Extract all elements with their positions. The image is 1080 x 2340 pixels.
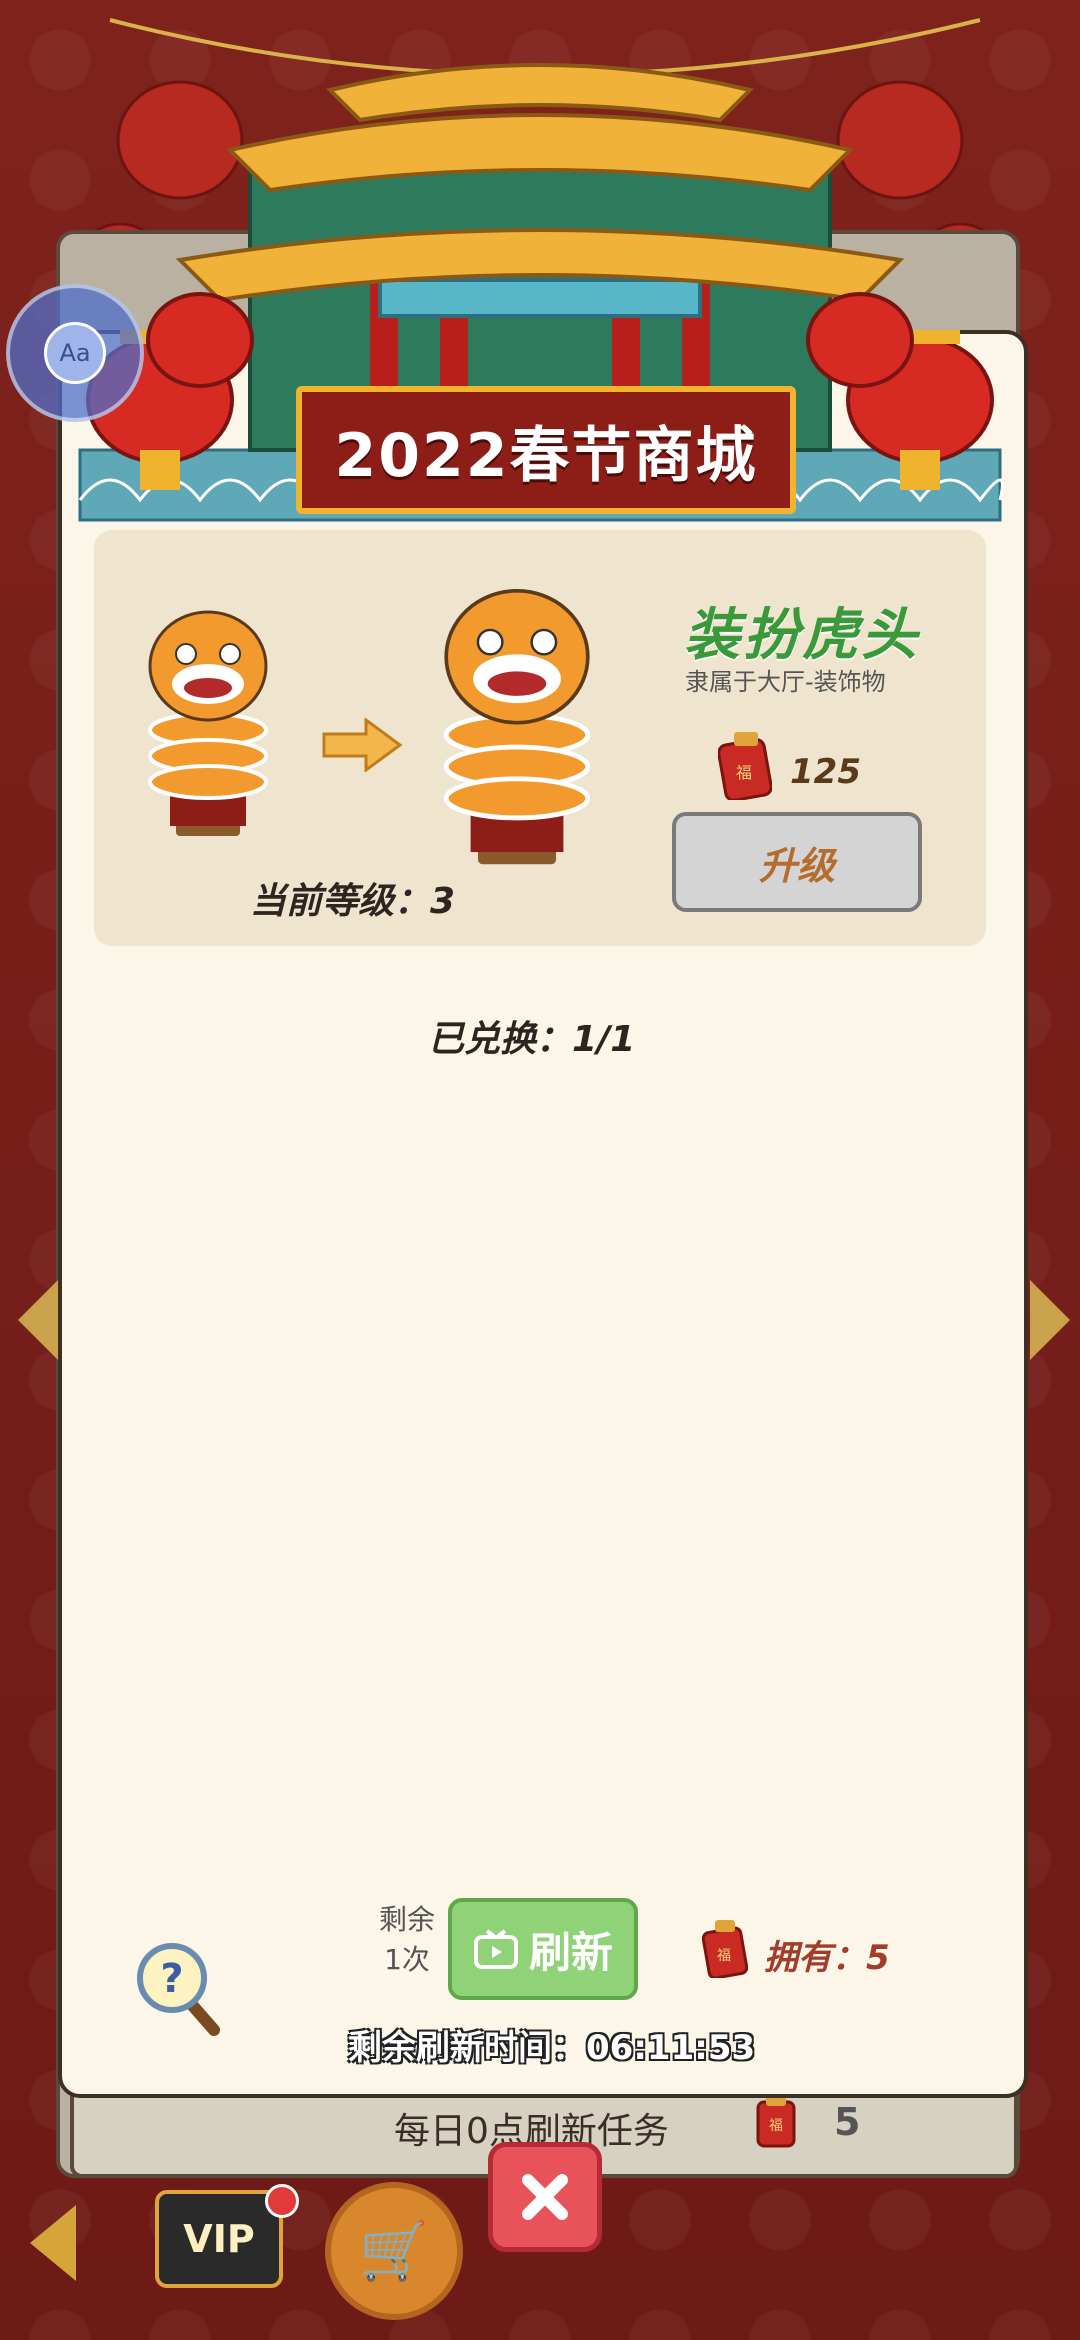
remaining-refresh-text: 剩余 1次 bbox=[378, 1903, 435, 1976]
tiger-head-current bbox=[148, 610, 268, 836]
red-envelope-icon: 福 bbox=[756, 2094, 796, 2148]
aa-label: Aa bbox=[44, 322, 106, 384]
page-title: 2022春节商城 bbox=[296, 386, 796, 514]
svg-text:福: 福 bbox=[736, 763, 752, 782]
exchanged-count: 已兑换：1/1 bbox=[428, 1019, 636, 1060]
svg-text:福: 福 bbox=[717, 1948, 731, 1964]
owned-envelopes: 拥有：5 bbox=[764, 1938, 890, 1978]
red-envelope-icon: 福 bbox=[718, 732, 772, 800]
refresh-button-label: 刷新 bbox=[528, 1927, 613, 1977]
daily-task-count: 5 bbox=[834, 2100, 861, 2144]
vip-button[interactable]: VIP bbox=[155, 2190, 283, 2288]
next-page-arrow[interactable] bbox=[1030, 1280, 1070, 1360]
svg-text:?: ? bbox=[160, 1956, 183, 2002]
item-name: 装扮虎头 bbox=[684, 603, 920, 668]
upgrade-cost: 125 bbox=[790, 752, 861, 792]
refresh-countdown: 剩余刷新时间：06:11:53 bbox=[348, 2028, 756, 2068]
vip-notification-dot bbox=[265, 2184, 299, 2218]
tiger-head-upgraded bbox=[443, 589, 591, 865]
upgrade-button[interactable]: 升级 bbox=[672, 812, 922, 912]
red-envelope-icon: 福 bbox=[702, 1920, 748, 1978]
arrow-right-icon bbox=[322, 718, 403, 772]
cart-icon[interactable]: 🛒 bbox=[325, 2182, 463, 2320]
current-level-text: 当前等级：3 bbox=[250, 881, 456, 922]
refresh-button[interactable]: 刷新 bbox=[448, 1898, 638, 2000]
close-button[interactable] bbox=[488, 2142, 602, 2252]
tv-icon bbox=[473, 1929, 518, 1969]
close-icon bbox=[522, 2174, 568, 2220]
remaining-refresh-label: 剩余 1次 bbox=[372, 1900, 442, 1980]
help-magnifier-icon[interactable]: ? bbox=[134, 1938, 224, 2038]
prev-page-arrow[interactable] bbox=[18, 1280, 58, 1360]
back-arrow[interactable] bbox=[30, 2205, 76, 2281]
item-subtitle: 隶属于大厅-装饰物 bbox=[685, 668, 886, 696]
accessibility-float-button[interactable]: Aa bbox=[6, 284, 144, 422]
svg-text:福: 福 bbox=[769, 2118, 783, 2134]
